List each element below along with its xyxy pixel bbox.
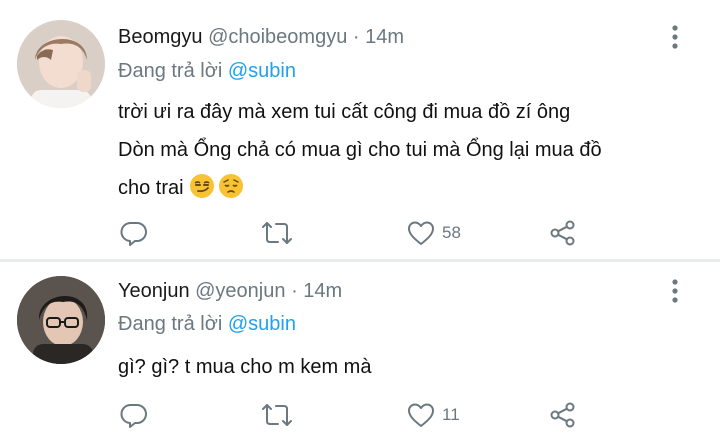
reply-prefix: Đang trả lời <box>118 60 223 82</box>
retweet-icon <box>260 219 294 247</box>
reply-button[interactable] <box>120 398 148 432</box>
avatar[interactable] <box>17 276 105 364</box>
share-icon <box>549 219 577 247</box>
retweet-button[interactable] <box>260 216 294 250</box>
tweet-text: gì? gì? t mua cho m kem mà <box>118 348 688 386</box>
smirking-face-icon <box>189 173 215 199</box>
tweet-text-line: cho trai <box>118 169 688 207</box>
share-icon <box>549 401 577 429</box>
reply-icon <box>120 401 148 429</box>
like-count: 11 <box>442 405 460 424</box>
separator-dot: · <box>352 26 360 48</box>
reply-context: Đang trả lời @subin <box>118 313 296 336</box>
display-name[interactable]: Yeonjun <box>118 280 190 302</box>
user-handle[interactable]: @yeonjun <box>195 280 285 302</box>
reply-context: Đang trả lời @subin <box>118 60 296 83</box>
pensive-face-icon <box>218 173 244 199</box>
heart-icon <box>406 219 436 247</box>
timestamp[interactable]: 14m <box>365 26 404 48</box>
tweet-actions: 11 <box>0 398 720 432</box>
like-count: 58 <box>442 223 461 242</box>
tweet[interactable]: Beomgyu @choibeomgyu · 14m Đang trả lời … <box>0 0 720 260</box>
avatar[interactable] <box>17 20 105 108</box>
retweet-button[interactable] <box>260 398 294 432</box>
separator-dot: · <box>291 280 298 302</box>
reply-mention-link[interactable]: @subin <box>228 313 296 335</box>
share-button[interactable] <box>549 398 577 432</box>
more-options-icon[interactable] <box>668 24 682 50</box>
tweet-text-line-text: cho trai <box>118 177 184 199</box>
tweet[interactable]: Yeonjun @yeonjun · 14m Đang trả lời @sub… <box>0 262 720 445</box>
tweet-header: Beomgyu @choibeomgyu · 14m <box>118 26 404 49</box>
more-options-icon[interactable] <box>668 278 682 304</box>
tweet-text-line: gì? gì? t mua cho m kem mà <box>118 356 372 378</box>
like-button[interactable]: 11 <box>406 398 460 432</box>
tweet-header: Yeonjun @yeonjun · 14m <box>118 280 342 303</box>
tweet-actions: 58 <box>0 216 720 250</box>
reply-prefix: Đang trả lời <box>118 313 223 335</box>
timestamp[interactable]: 14m <box>303 280 342 302</box>
heart-icon <box>406 401 436 429</box>
reply-icon <box>120 219 148 247</box>
share-button[interactable] <box>549 216 577 250</box>
reply-mention-link[interactable]: @subin <box>228 60 296 82</box>
like-button[interactable]: 58 <box>406 216 461 250</box>
tweet-text: trời ưi ra đây mà xem tui cất công đi mu… <box>118 93 688 207</box>
display-name[interactable]: Beomgyu <box>118 26 203 48</box>
tweet-text-line: trời ưi ra đây mà xem tui cất công đi mu… <box>118 101 571 123</box>
retweet-icon <box>260 401 294 429</box>
tweet-text-line: Dòn mà Ổng chả có mua gì cho tui mà Ổng … <box>118 139 602 161</box>
user-handle[interactable]: @choibeomgyu <box>208 26 347 48</box>
reply-button[interactable] <box>120 216 148 250</box>
